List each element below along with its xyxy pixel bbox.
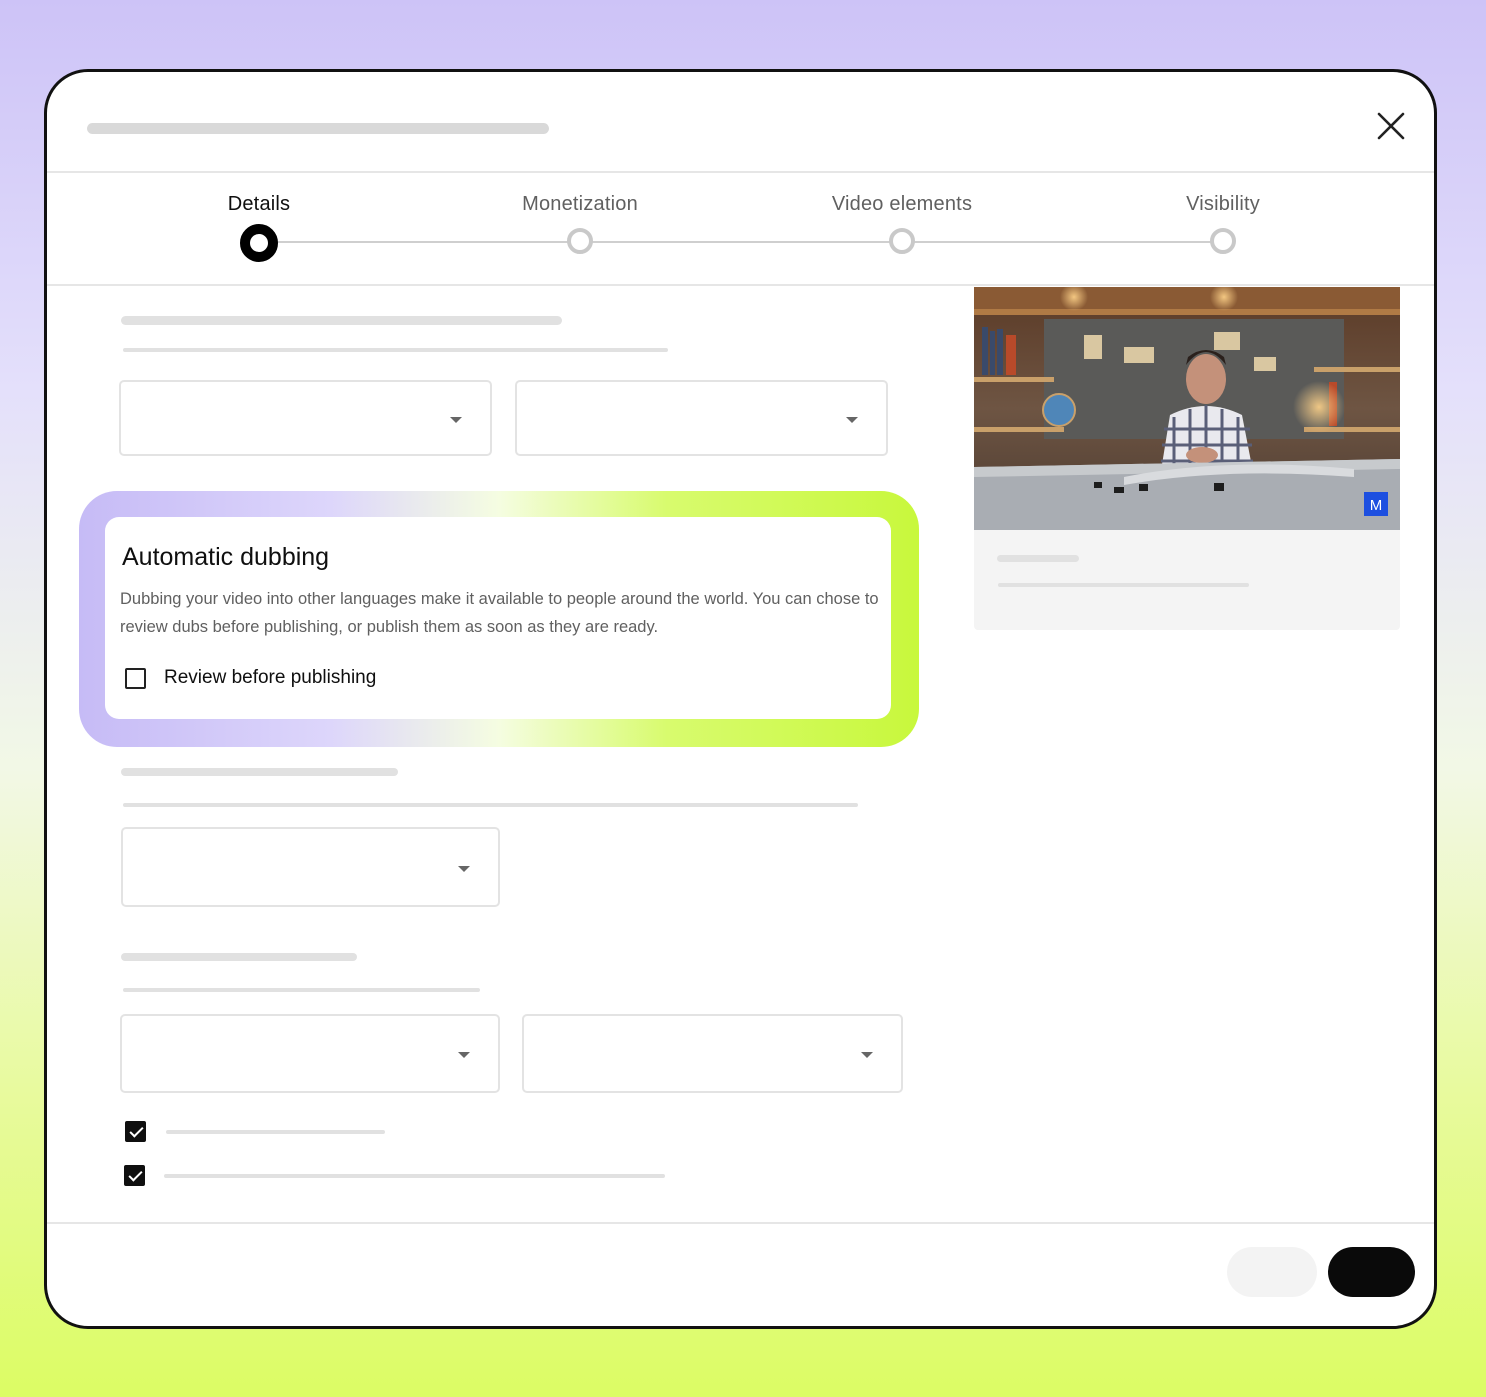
section-heading-placeholder <box>121 953 357 961</box>
checkbox-option[interactable] <box>124 1165 665 1186</box>
dropdown-select[interactable] <box>515 380 888 456</box>
step-visibility[interactable]: Visibility <box>1103 172 1343 254</box>
step-dot <box>889 228 915 254</box>
review-checkbox[interactable] <box>125 667 146 689</box>
dropdown-select[interactable] <box>120 1014 500 1093</box>
chevron-down-icon <box>861 1052 873 1058</box>
chevron-down-icon <box>450 417 462 423</box>
step-dot <box>1210 228 1236 254</box>
close-button[interactable] <box>1373 108 1409 144</box>
checkbox-checked[interactable] <box>125 1121 146 1142</box>
video-link-placeholder <box>997 555 1079 562</box>
dubbing-description: Dubbing your video into other languages … <box>120 590 879 636</box>
step-details[interactable]: Details <box>139 172 379 262</box>
video-details-panel <box>974 530 1400 630</box>
footer-divider <box>47 1222 1434 1224</box>
checkbox-option[interactable] <box>125 1121 385 1142</box>
upload-dialog: Details Monetization Video elements Visi… <box>44 69 1437 1329</box>
review-before-publishing-option[interactable]: Review before publishing <box>125 667 376 689</box>
dialog-title-placeholder <box>87 123 549 134</box>
chevron-down-icon <box>846 417 858 423</box>
video-filename-placeholder <box>998 583 1249 587</box>
section-heading-placeholder <box>121 768 398 776</box>
option-label-placeholder <box>164 1173 665 1178</box>
step-label: Video elements <box>831 193 973 215</box>
step-monetization[interactable]: Monetization <box>460 172 700 254</box>
video-thumbnail[interactable]: M <box>974 287 1400 530</box>
step-dot-active <box>240 224 278 262</box>
review-checkbox-label: Review before publishing <box>164 667 377 688</box>
automatic-dubbing-card: Automatic dubbing Dubbing your video int… <box>105 517 891 719</box>
dubbing-title: Automatic dubbing <box>122 543 330 571</box>
section-subtext-placeholder <box>123 803 858 807</box>
dropdown-select[interactable] <box>121 827 500 907</box>
dropdown-select[interactable] <box>119 380 492 456</box>
video-preview-image: M <box>974 287 1400 530</box>
section-subtext-placeholder <box>123 988 480 992</box>
chevron-down-icon <box>458 866 470 872</box>
step-label: Visibility <box>1186 193 1260 215</box>
dropdown-select[interactable] <box>522 1014 903 1093</box>
stepper-track <box>259 241 1223 243</box>
back-button[interactable] <box>1227 1247 1317 1297</box>
upload-stepper: Details Monetization Video elements Visi… <box>47 172 1434 284</box>
step-label: Monetization <box>522 193 638 215</box>
stepper-divider <box>47 284 1434 286</box>
step-label: Details <box>227 193 291 215</box>
video-badge: M <box>1370 497 1383 514</box>
checkbox-checked[interactable] <box>124 1165 145 1186</box>
chevron-down-icon <box>458 1052 470 1058</box>
option-label-placeholder <box>166 1129 385 1134</box>
section-subtext-placeholder <box>123 348 668 352</box>
step-video-elements[interactable]: Video elements <box>782 172 1022 254</box>
close-icon <box>1377 112 1405 140</box>
step-dot <box>567 228 593 254</box>
next-button[interactable] <box>1328 1247 1415 1297</box>
section-heading-placeholder <box>121 316 562 325</box>
